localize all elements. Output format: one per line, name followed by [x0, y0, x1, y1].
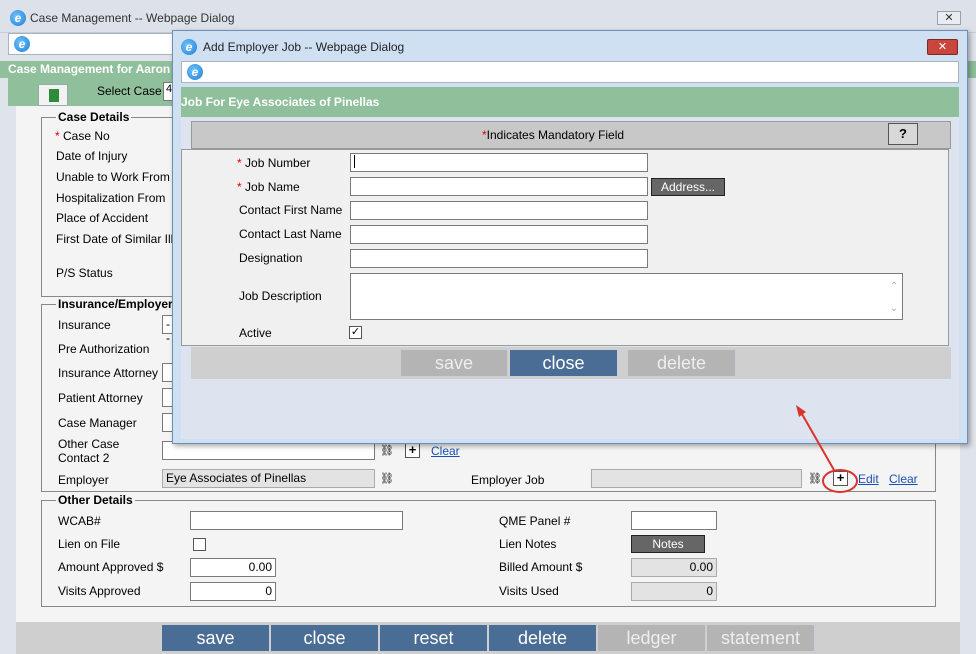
- annotation-arrowhead: [796, 405, 806, 417]
- annotation-circle: [822, 469, 858, 493]
- annotation-overlay: [796, 405, 858, 493]
- annotation-arrow-line: [801, 413, 835, 471]
